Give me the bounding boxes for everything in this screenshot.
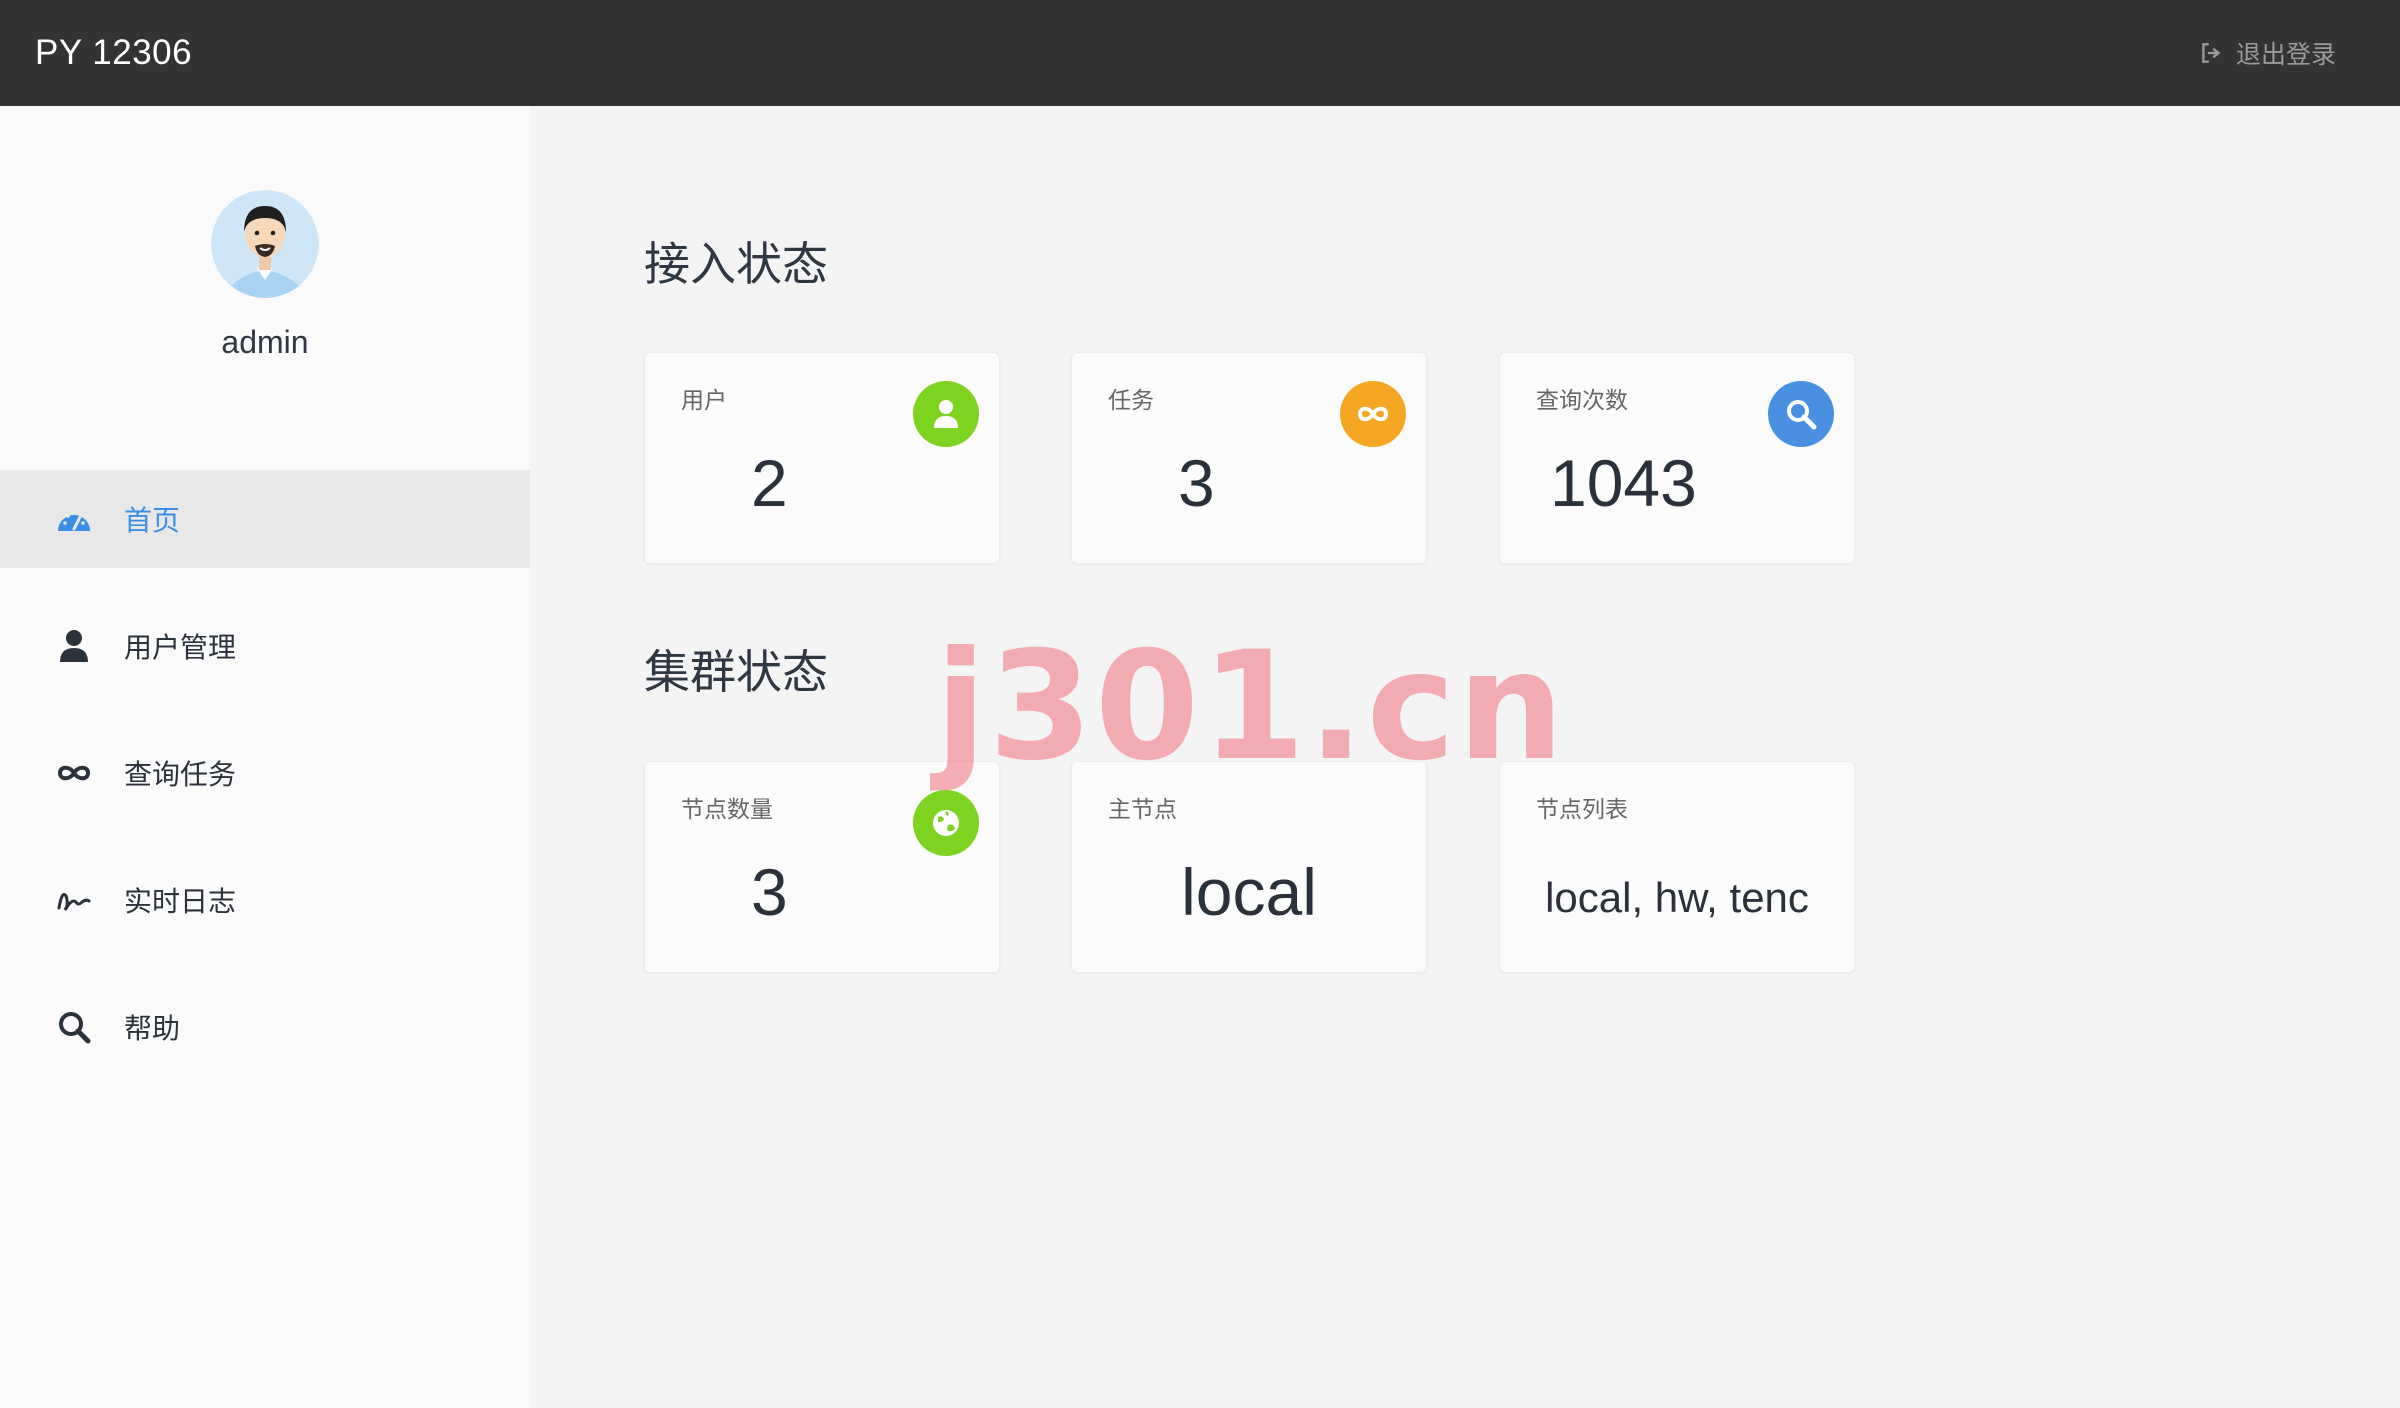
sidebar: admin 首页 用户管理 查询任务 实时日志 帮助 [0, 106, 530, 1408]
sidebar-item-query-tasks[interactable]: 查询任务 [0, 724, 530, 822]
sidebar-item-label: 实时日志 [124, 885, 237, 918]
card-value: 3 [751, 855, 788, 929]
sidebar-item-help[interactable]: 帮助 [0, 978, 530, 1076]
card-value: local [1181, 855, 1317, 929]
app-brand[interactable]: PY 12306 [35, 33, 192, 73]
stat-card-node-count: 节点数量 3 [644, 761, 1000, 973]
logout-button[interactable]: 退出登录 [2198, 35, 2336, 71]
sidebar-item-label: 帮助 [124, 1012, 181, 1045]
sidebar-item-label: 用户管理 [124, 631, 237, 664]
infinity-icon [1340, 381, 1406, 447]
logout-label: 退出登录 [2235, 40, 2336, 69]
main-content: 接入状态 用户 2 任务 3 查询次数 1043 集群状态 节点数量 3 主节点… [530, 106, 2400, 1408]
sign-out-icon [2202, 43, 2221, 63]
avatar[interactable] [211, 190, 319, 298]
card-value: local, hw, tenc [1545, 874, 1809, 921]
search-icon [54, 1007, 94, 1047]
sidebar-nav: 首页 用户管理 查询任务 实时日志 帮助 [0, 470, 530, 1105]
infinity-icon [54, 753, 94, 793]
sidebar-item-label: 首页 [124, 504, 181, 537]
stat-card-query-count: 查询次数 1043 [1499, 352, 1855, 564]
globe-icon [913, 790, 979, 856]
search-icon [1768, 381, 1834, 447]
top-bar: PY 12306 退出登录 [0, 0, 2400, 106]
stat-card-users: 用户 2 [644, 352, 1000, 564]
stat-card-master-node: 主节点 local [1071, 761, 1427, 973]
sidebar-item-realtime-logs[interactable]: 实时日志 [0, 851, 530, 949]
user-icon [54, 626, 94, 666]
card-label: 用户 [681, 388, 727, 414]
dashboard-icon [54, 499, 94, 539]
user-profile: admin [0, 190, 530, 361]
stat-card-tasks: 任务 3 [1071, 352, 1427, 564]
card-value: 1043 [1550, 446, 1697, 520]
stat-card-node-list: 节点列表 local, hw, tenc [1499, 761, 1855, 973]
sidebar-item-label: 查询任务 [124, 758, 237, 791]
user-icon [913, 381, 979, 447]
sidebar-item-home[interactable]: 首页 [0, 470, 530, 568]
cluster-status-title: 集群状态 [644, 645, 828, 699]
card-label: 节点数量 [681, 797, 773, 823]
card-value: 2 [751, 446, 788, 520]
card-label: 主节点 [1108, 797, 1177, 823]
card-label: 查询次数 [1536, 388, 1628, 414]
username: admin [221, 324, 309, 360]
card-label: 节点列表 [1536, 797, 1628, 823]
card-label: 任务 [1108, 388, 1154, 414]
access-status-title: 接入状态 [644, 237, 828, 291]
card-value: 3 [1178, 446, 1215, 520]
signature-icon [54, 880, 94, 920]
sidebar-item-user-management[interactable]: 用户管理 [0, 597, 530, 695]
